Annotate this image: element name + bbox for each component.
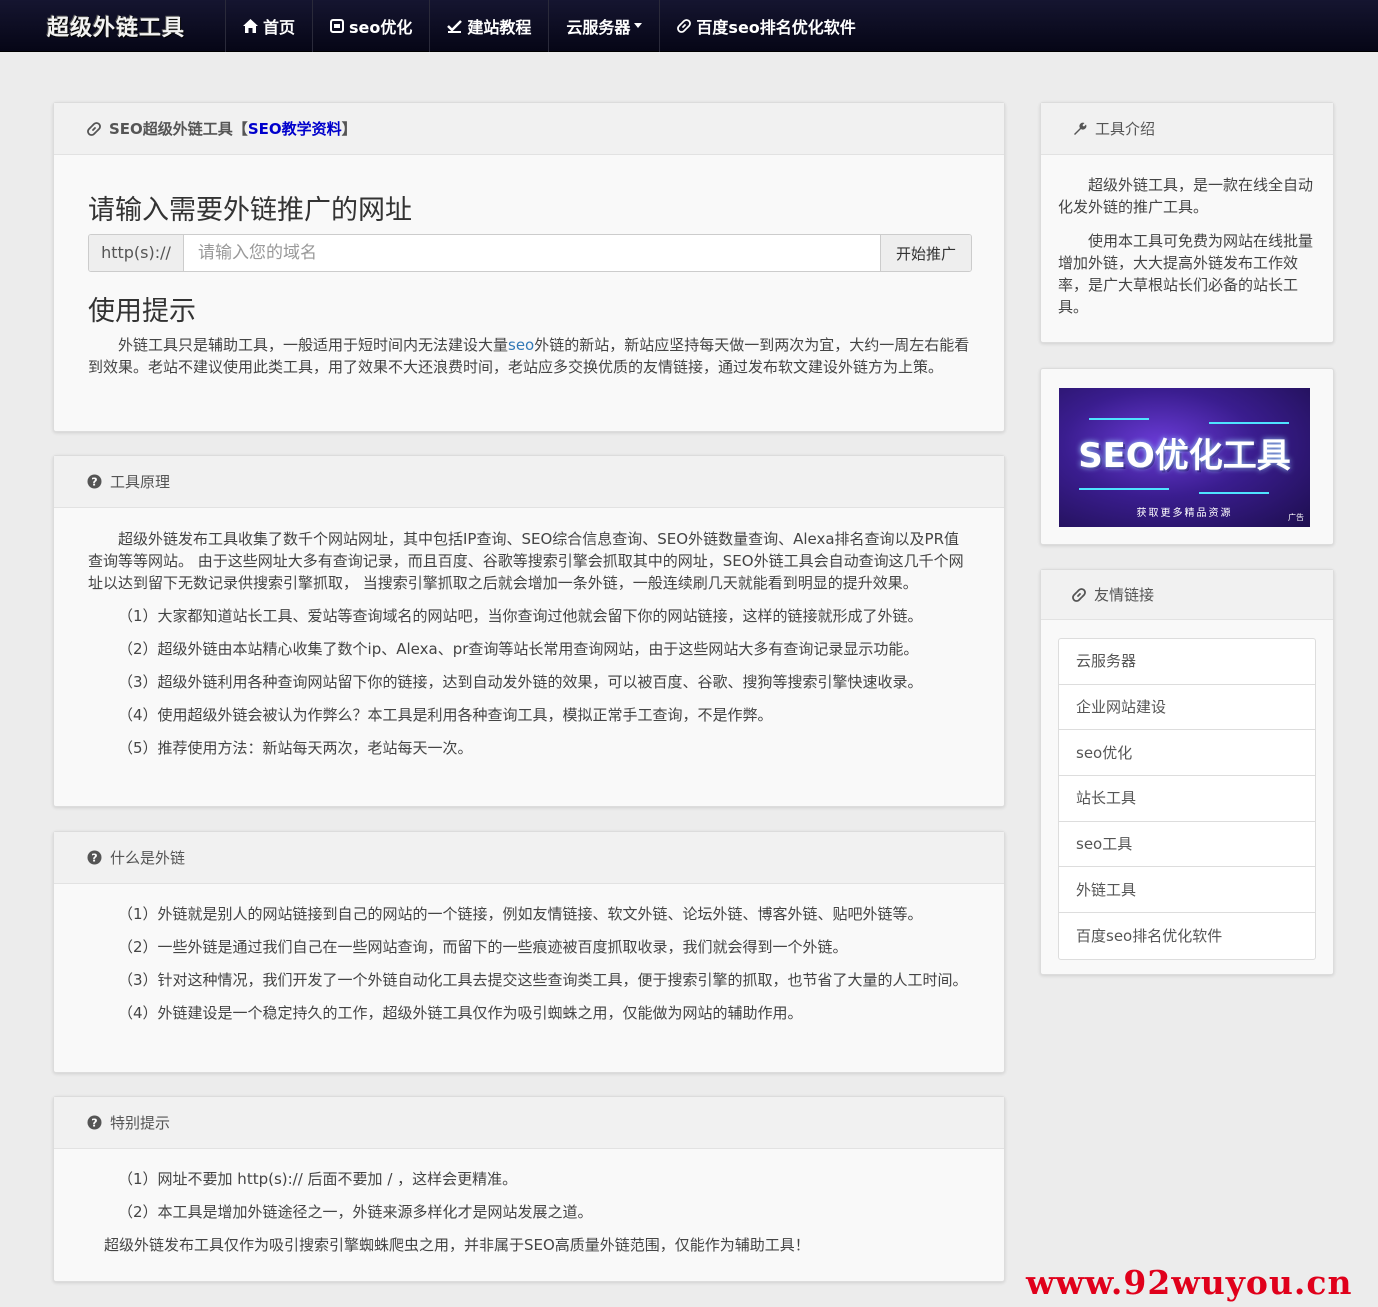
question-circle-icon: ? xyxy=(87,1115,102,1130)
page-title: 请输入需要外链推广的网址 xyxy=(88,195,412,226)
link-icon xyxy=(87,121,101,136)
nav-item-seo[interactable]: seo优化 xyxy=(313,0,431,52)
brand-logo[interactable]: 超级外链工具 xyxy=(0,0,226,52)
panel-title-suffix: 】 xyxy=(341,120,357,138)
list-item: （3）超级外链利用各种查询网站留下你的链接，达到自动发外链的效果，可以被百度、谷… xyxy=(118,673,923,691)
ad-panel: SEO优化工具 获取更多精品资源 广告 xyxy=(1040,368,1334,545)
intro-paragraph: 超级外链工具，是一款在线全自动化发外链的推广工具。 xyxy=(1058,176,1314,216)
list-item: （4）使用超级外链会被认为作弊么？本工具是利用各种查询工具，模拟正常手工查询，不… xyxy=(118,706,773,724)
tool-intro-panel: 工具介绍 超级外链工具，是一款在线全自动化发外链的推广工具。 使用本工具可免费为… xyxy=(1040,102,1334,343)
panel-header: ? 工具原理 xyxy=(54,456,1004,508)
tool-panel: SEO超级外链工具【 SEO教学资料】 请输入需要外链推广的网址 http(s):… xyxy=(53,102,1005,432)
link-icon xyxy=(1072,587,1086,602)
ad-decor-line xyxy=(1079,488,1169,490)
panel-title: 特别提示 xyxy=(110,1114,171,1132)
ad-decor-line xyxy=(1209,422,1289,424)
nav-item-label: seo优化 xyxy=(349,17,413,37)
friend-link-item[interactable]: seo工具 xyxy=(1059,822,1315,868)
panel-header: ? 特别提示 xyxy=(54,1097,1004,1149)
tips-title: 使用提示 xyxy=(88,296,196,327)
principle-intro: 超级外链发布工具收集了数千个网站网址，其中包括IP查询、SEO综合信息查询、SE… xyxy=(88,530,964,592)
ad-decor-line xyxy=(1089,418,1149,420)
nav-item-label: 首页 xyxy=(263,17,296,37)
list-item: （3）针对这种情况，我们开发了一个外链自动化工具去提交这些查询类工具，便于搜索引… xyxy=(118,971,968,989)
svg-text:?: ? xyxy=(91,852,97,865)
list-item: （5）推荐使用方法：新站每天两次，老站每天一次。 xyxy=(118,739,473,757)
list-item: （4）外链建设是一个稳定持久的工作，超级外链工具仅作为吸引蜘蛛之用，仅能做为网站… xyxy=(118,1004,803,1022)
friend-link-item[interactable]: 站长工具 xyxy=(1059,776,1315,822)
list-item: （2）超级外链由本站精心收集了数个ip、Alexa、pr查询等站长常用查询网站，… xyxy=(118,640,919,658)
friend-link-item[interactable]: 外链工具 xyxy=(1059,867,1315,914)
friend-links-list: 云服务器 企业网站建设 seo优化 站长工具 seo工具 外链工具 百度seo排… xyxy=(1058,638,1316,960)
nav-item-label: 百度seo排名优化软件 xyxy=(696,17,856,37)
ad-subtitle: 获取更多精品资源 xyxy=(1136,508,1233,519)
friend-links-panel: 友情链接 云服务器 企业网站建设 seo优化 站长工具 seo工具 外链工具 百… xyxy=(1040,569,1334,975)
svg-text:?: ? xyxy=(91,476,97,489)
panel-title-prefix: SEO超级外链工具【 xyxy=(109,120,248,138)
panel-title: 什么是外链 xyxy=(110,849,186,867)
intro-paragraph: 使用本工具可免费为网站在线批量增加外链，大大提高外链发布工作效率，是广大草根站长… xyxy=(1058,232,1314,316)
list-item: （2）本工具是增加外链途径之一，外链来源多样化才是网站发展之道。 xyxy=(118,1203,593,1221)
list-item: （1）网址不要加 http(s):// 后面不要加 / ，这样会更精准。 xyxy=(118,1170,518,1188)
ad-decor-line xyxy=(1199,492,1269,494)
home-icon xyxy=(243,18,258,33)
start-promote-button[interactable]: 开始推广 xyxy=(880,235,971,271)
ad-banner[interactable]: SEO优化工具 获取更多精品资源 广告 xyxy=(1059,388,1310,527)
panel-header: SEO超级外链工具【 SEO教学资料】 xyxy=(54,103,1004,155)
protocol-prefix: http(s):// xyxy=(89,235,184,271)
seo-inline-link[interactable]: seo xyxy=(508,336,534,354)
question-circle-icon: ? xyxy=(87,850,102,865)
tool-intro-body: 超级外链工具，是一款在线全自动化发外链的推广工具。 使用本工具可免费为网站在线批… xyxy=(1041,155,1333,318)
check-icon xyxy=(447,19,463,33)
link-icon xyxy=(677,18,692,33)
seo-tutorial-link[interactable]: SEO教学资料 xyxy=(248,118,342,139)
question-circle-icon: ? xyxy=(87,474,102,489)
friend-links-body: 云服务器 企业网站建设 seo优化 站长工具 seo工具 外链工具 百度seo排… xyxy=(1041,620,1333,960)
special-footer-text: 超级外链发布工具仅作为吸引搜索引擎蜘蛛爬虫之用，并非属于SEO高质量外链范围，仅… xyxy=(104,1236,810,1254)
what-body: （1）外链就是别人的网站链接到自己的网站的一个链接，例如友情链接、软文外链、论坛… xyxy=(54,884,1004,1024)
chevron-down-icon xyxy=(634,23,643,28)
seo-icon xyxy=(330,18,345,33)
nav-item-label: 云服务器 xyxy=(566,17,631,37)
nav-item-tutorial[interactable]: 建站教程 xyxy=(430,0,550,52)
principle-panel: ? 工具原理 超级外链发布工具收集了数千个网站网址，其中包括IP查询、SEO综合… xyxy=(53,455,1005,807)
list-item: （1）外链就是别人的网站链接到自己的网站的一个链接，例如友情链接、软文外链、论坛… xyxy=(118,905,923,923)
ad-tag: 广告 xyxy=(1288,513,1304,522)
nav-item-cloud-server[interactable]: 云服务器 xyxy=(549,0,661,52)
friend-link-item[interactable]: 百度seo排名优化软件 xyxy=(1059,913,1315,959)
panel-title: 工具介绍 xyxy=(1095,120,1156,138)
panel-title: 工具原理 xyxy=(110,473,171,491)
list-item: （1）大家都知道站长工具、爱站等查询域名的网站吧，当你查询过他就会留下你的网站链… xyxy=(118,607,923,625)
domain-input[interactable] xyxy=(184,235,880,271)
special-body: （1）网址不要加 http(s):// 后面不要加 / ，这样会更精准。 （2）… xyxy=(54,1149,1004,1256)
wrench-icon xyxy=(1072,121,1087,136)
tool-panel-body: 请输入需要外链推广的网址 http(s):// 开始推广 使用提示 外链工具只是… xyxy=(54,194,1004,378)
friend-link-item[interactable]: 企业网站建设 xyxy=(1059,685,1315,731)
principle-body: 超级外链发布工具收集了数千个网站网址，其中包括IP查询、SEO综合信息查询、SE… xyxy=(54,508,1004,759)
panel-header: 工具介绍 xyxy=(1041,103,1333,155)
special-tips-panel: ? 特别提示 （1）网址不要加 http(s):// 后面不要加 / ，这样会更… xyxy=(53,1096,1005,1282)
what-is-backlink-panel: ? 什么是外链 （1）外链就是别人的网站链接到自己的网站的一个链接，例如友情链接… xyxy=(53,831,1005,1073)
friend-link-item[interactable]: 云服务器 xyxy=(1059,639,1315,685)
panel-header: 友情链接 xyxy=(1041,570,1333,620)
nav-item-baidu-seo[interactable]: 百度seo排名优化软件 xyxy=(660,0,872,52)
list-item: （2）一些外链是通过我们自己在一些网站查询，而留下的一些痕迹被百度抓取收录，我们… xyxy=(118,938,848,956)
site-watermark: www.92wuyou.cn xyxy=(1026,1263,1353,1302)
tips-text: 外链工具只是辅助工具，一般适用于短时间内无法建设大量seo外链的新站，新站应坚持… xyxy=(88,336,970,376)
panel-title: 友情链接 xyxy=(1094,586,1155,604)
svg-text:?: ? xyxy=(91,1117,97,1130)
friend-link-item[interactable]: seo优化 xyxy=(1059,730,1315,777)
top-navbar: 超级外链工具 首页 seo优化 建站教程 云服务器 百度seo排名优化软件 xyxy=(0,0,1378,52)
panel-header: ? 什么是外链 xyxy=(54,832,1004,884)
ad-title: SEO优化工具 xyxy=(1078,436,1291,476)
nav-item-label: 建站教程 xyxy=(467,17,532,37)
url-input-group: http(s):// 开始推广 xyxy=(88,234,972,272)
nav-item-home[interactable]: 首页 xyxy=(226,0,314,52)
